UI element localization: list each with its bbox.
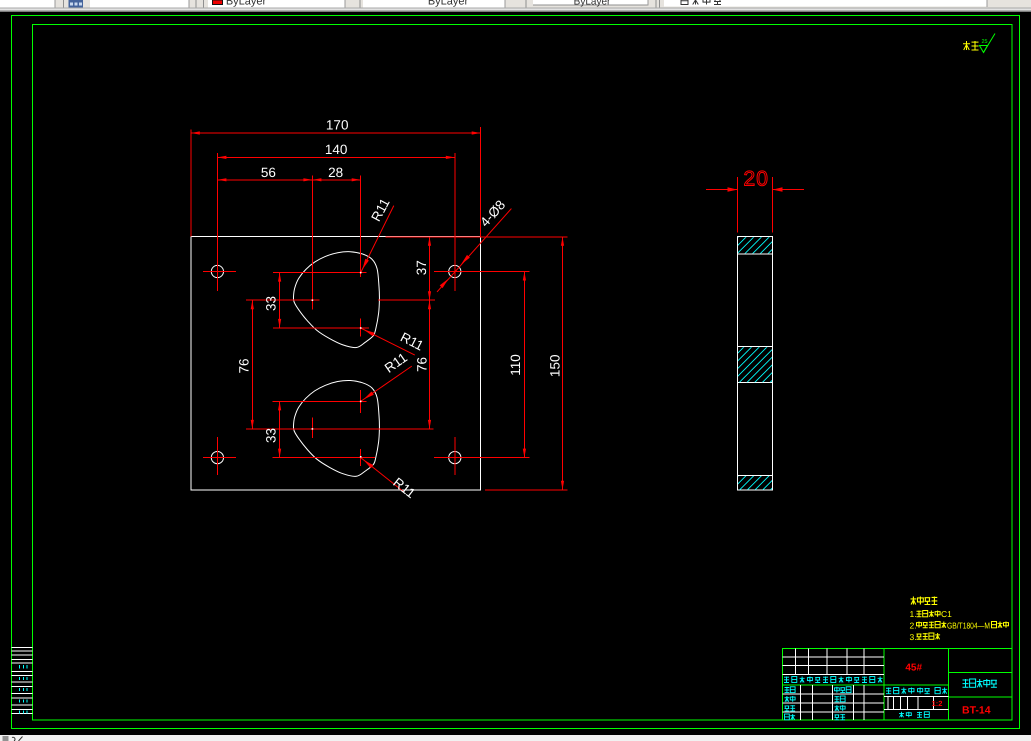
svg-text:76: 76: [415, 357, 430, 372]
svg-text:1:2: 1:2: [932, 699, 943, 708]
svg-text:25: 25: [982, 39, 988, 45]
svg-text:ByLayer: ByLayer: [226, 0, 267, 7]
svg-text:170: 170: [326, 117, 349, 132]
svg-text:3.: 3.: [910, 632, 917, 642]
svg-text:ByLayer: ByLayer: [428, 0, 469, 7]
svg-text:GB/T1804—M: GB/T1804—M: [947, 620, 990, 630]
svg-text:28: 28: [328, 165, 343, 180]
svg-text:76: 76: [237, 358, 252, 373]
svg-text:140: 140: [325, 142, 348, 157]
svg-text:33: 33: [264, 296, 279, 311]
svg-text:BT-14: BT-14: [962, 705, 991, 717]
svg-text:150: 150: [547, 355, 562, 378]
svg-text:45#: 45#: [905, 663, 922, 674]
svg-text:2.: 2.: [910, 620, 917, 630]
svg-text:C1: C1: [941, 609, 952, 619]
svg-text:20: 20: [744, 168, 769, 191]
svg-text:33: 33: [264, 428, 279, 443]
svg-text:ByLayer: ByLayer: [574, 0, 611, 8]
svg-text:110: 110: [508, 354, 523, 376]
svg-text:37: 37: [414, 260, 429, 275]
svg-text:1.: 1.: [910, 609, 917, 619]
svg-text:56: 56: [261, 165, 276, 180]
